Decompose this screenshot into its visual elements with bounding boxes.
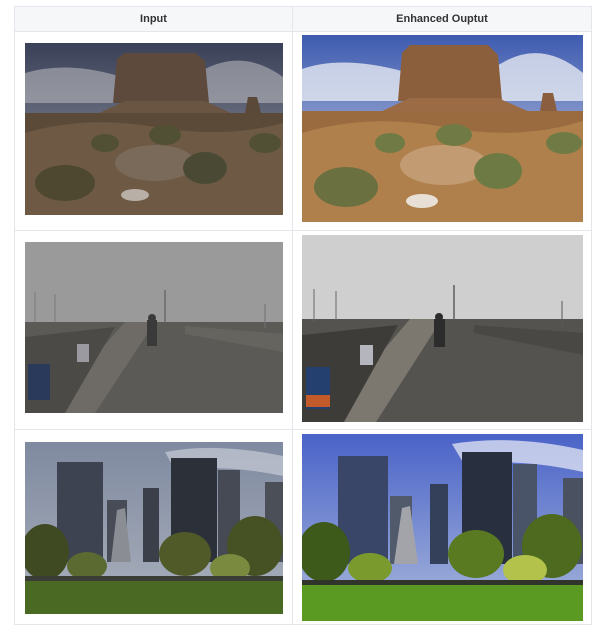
desert-input-photo bbox=[25, 43, 283, 215]
header-enhanced-output: Enhanced Ouptut bbox=[292, 6, 592, 32]
desert-enhanced-photo bbox=[302, 35, 583, 222]
boardwalk-input-photo bbox=[25, 242, 283, 413]
city-enhanced-photo bbox=[302, 434, 583, 621]
city-input-photo bbox=[25, 442, 283, 614]
header-input: Input bbox=[14, 6, 293, 32]
boardwalk-enhanced-photo bbox=[302, 235, 583, 422]
